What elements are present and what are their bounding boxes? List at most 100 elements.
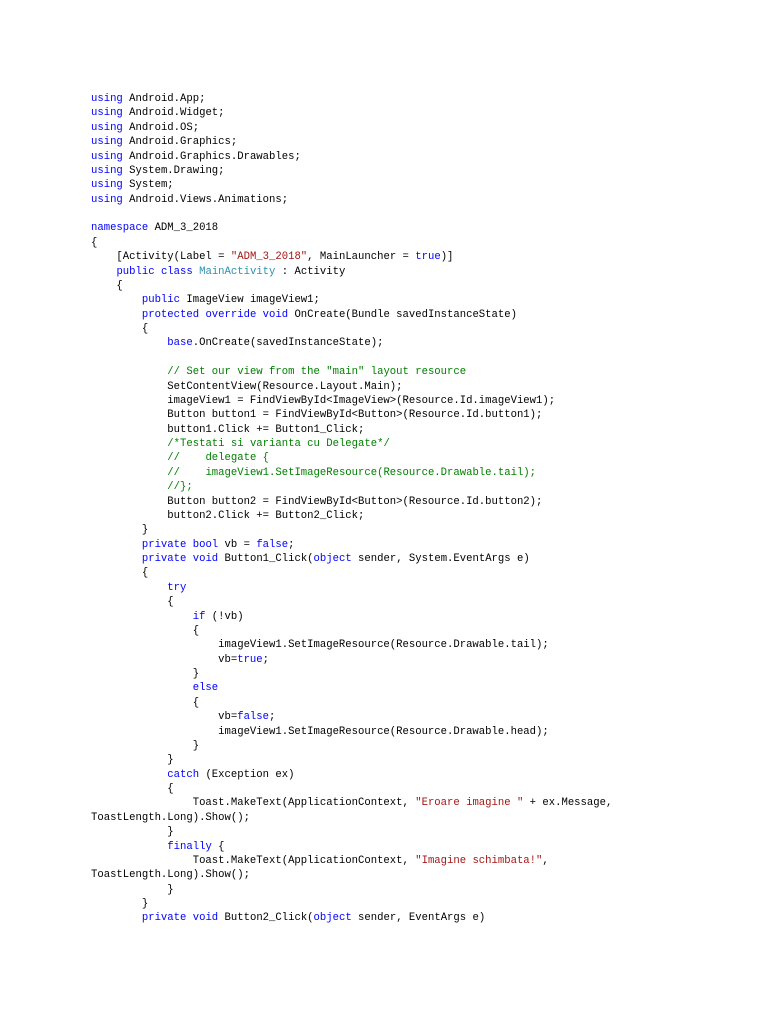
keyword-token: try — [167, 581, 187, 594]
keyword-token: protected — [141, 308, 200, 321]
code-token: { — [91, 323, 149, 335]
code-token: } — [91, 883, 174, 896]
code-token: } — [91, 754, 174, 767]
code-line: public ImageView imageView1; — [91, 293, 612, 307]
code-token: { — [91, 236, 98, 249]
code-listing: using Android.App; using Android.Widget; u… — [91, 92, 612, 926]
code-line: } — [91, 753, 612, 767]
code-token: sender, EventArgs e) — [351, 912, 486, 925]
code-token: Button1_Click( — [218, 553, 314, 565]
code-token: } — [91, 898, 149, 910]
code-line: using Android.Widget; — [91, 106, 612, 120]
code-line: catch (Exception ex) — [91, 768, 612, 782]
code-token: ToastLength.Long).Show(); — [91, 811, 250, 824]
keyword-token: void — [192, 553, 219, 565]
code-token: { — [91, 567, 149, 580]
code-line: [Activity(Label = "ADM_3_2018", MainLaun… — [91, 250, 612, 264]
comment-token: // imageView1.SetImageResource(Resource.… — [167, 466, 537, 479]
keyword-token: false — [237, 711, 270, 724]
keyword-token: finally — [167, 840, 212, 853]
keyword-token: using — [91, 150, 123, 163]
comment-token: // delegate { — [167, 452, 270, 465]
code-line: base.OnCreate(savedInstanceState); — [91, 336, 612, 350]
keyword-token: bool — [192, 538, 219, 551]
code-line: imageView1.SetImageResource(Resource.Dra… — [91, 725, 612, 739]
code-line: Button button1 = FindViewById<Button>(Re… — [91, 408, 612, 422]
code-line: button1.Click += Button1_Click; — [91, 423, 612, 437]
code-token: Android.Graphics; — [122, 136, 238, 149]
keyword-token: public — [141, 294, 181, 307]
code-line: // imageView1.SetImageResource(Resource.… — [91, 466, 612, 480]
code-token: System; — [122, 179, 174, 192]
code-token: (Exception ex) — [199, 768, 295, 781]
code-token: button2.Click += Button2_Click; — [91, 509, 365, 522]
code-token: { — [91, 596, 174, 609]
code-token: Android.Widget; — [122, 107, 225, 120]
keyword-token: private — [141, 538, 187, 551]
code-line: { — [91, 782, 612, 796]
keyword-token: private — [141, 912, 187, 925]
code-token: vb = — [218, 538, 257, 551]
keyword-token: if — [192, 610, 206, 623]
code-line: } — [91, 739, 612, 753]
code-line: } — [91, 523, 612, 537]
code-line: Button button2 = FindViewById<Button>(Re… — [91, 495, 612, 509]
keyword-token: using — [91, 136, 123, 149]
keyword-token: void — [192, 912, 219, 925]
keyword-token: false — [256, 538, 289, 551]
code-line: { — [91, 595, 612, 609]
keyword-token: class — [160, 265, 193, 278]
code-line: } — [91, 825, 612, 839]
keyword-token: true — [237, 653, 263, 666]
code-line: vb=true; — [91, 653, 612, 667]
keyword-token: using — [91, 164, 123, 177]
code-line: { — [91, 624, 612, 638]
code-token: ImageView imageView1; — [180, 294, 320, 307]
code-line: using Android.Graphics.Drawables; — [91, 150, 612, 164]
keyword-token: base — [167, 337, 193, 350]
code-line: // Set our view from the "main" layout r… — [91, 365, 612, 379]
code-token: ; — [269, 711, 276, 724]
comment-token: // Set our view from the "main" layout r… — [167, 366, 467, 379]
code-token: } — [91, 739, 200, 752]
code-line: { — [91, 279, 612, 293]
code-line: imageView1 = FindViewById<ImageView>(Res… — [91, 394, 612, 408]
keyword-token: override — [205, 308, 257, 321]
code-line: } — [91, 897, 612, 911]
code-token: Android.OS; — [122, 121, 200, 134]
code-token: sender, System.EventArgs e) — [351, 553, 530, 565]
code-token: } — [91, 524, 149, 537]
code-token: )] — [440, 251, 454, 264]
code-line: button2.Click += Button2_Click; — [91, 509, 612, 523]
code-token: vb= — [91, 653, 238, 666]
code-line: } — [91, 667, 612, 681]
code-token: + ex.Message, — [523, 797, 613, 810]
code-token: Android.Graphics.Drawables; — [122, 150, 301, 163]
code-line: using Android.Views.Animations; — [91, 193, 612, 207]
code-line: //}; — [91, 480, 612, 494]
type-token: MainActivity — [199, 265, 276, 278]
code-line: try — [91, 581, 612, 595]
code-token: { — [91, 279, 123, 292]
code-token: Toast.MakeText(ApplicationContext, — [91, 797, 416, 810]
keyword-token: object — [313, 912, 352, 925]
keyword-token: using — [91, 107, 123, 120]
comment-token: //}; — [167, 481, 193, 494]
code-line: protected override void OnCreate(Bundle … — [91, 308, 612, 322]
code-token: , MainLauncher = — [307, 251, 416, 264]
keyword-token: catch — [167, 768, 200, 781]
code-token: Toast.MakeText(ApplicationContext, — [91, 854, 416, 867]
code-line: { — [91, 696, 612, 710]
code-token: .OnCreate(savedInstanceState); — [192, 337, 384, 350]
code-token: ; — [288, 538, 295, 551]
code-line: // delegate { — [91, 451, 612, 465]
code-token: vb= — [91, 711, 238, 724]
code-token: imageView1.SetImageResource(Resource.Dra… — [91, 639, 549, 652]
